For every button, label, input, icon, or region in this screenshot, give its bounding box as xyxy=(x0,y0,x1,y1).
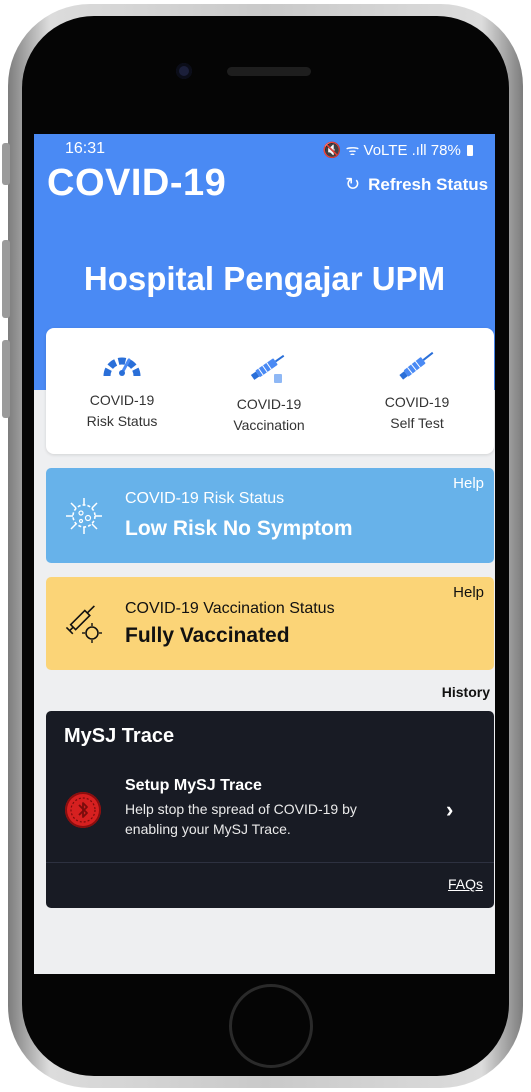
risk-status-label: COVID-19 Risk Status xyxy=(125,490,285,507)
self-test-action-line1: COVID-19 xyxy=(384,394,450,410)
status-icons: 🔇 ᯤ VoLTE .ıll 78% xyxy=(323,140,473,160)
setup-trace-description: Help stop the spread of COVID-19 by enab… xyxy=(125,799,415,839)
status-time: 16:31 xyxy=(65,140,106,157)
bluetooth-icon xyxy=(65,792,101,828)
status-signal-icons: 🔇 ᯤ VoLTE .ıll xyxy=(322,142,427,159)
mute-switch xyxy=(2,143,10,185)
setup-trace-desc-line2: enabling your MySJ Trace. xyxy=(125,821,291,837)
risk-status-action-line1: COVID-19 xyxy=(89,392,155,408)
battery-level: 78% xyxy=(430,142,461,159)
trace-divider xyxy=(46,862,494,863)
vaccination-help-link[interactable]: Help xyxy=(453,584,484,601)
hospital-name: Hospital Pengajar UPM xyxy=(83,260,446,297)
self-test-action-line2: Self Test xyxy=(390,415,444,431)
volume-up-button xyxy=(2,240,10,318)
history-link[interactable]: History xyxy=(442,684,490,700)
front-camera xyxy=(176,63,192,79)
chevron-right-icon: › xyxy=(446,797,454,822)
self-test-action[interactable]: COVID-19 Self Test xyxy=(357,328,477,454)
risk-status-action-line2: Risk Status xyxy=(86,413,158,429)
trace-title: MySJ Trace xyxy=(64,725,175,747)
vaccine-icon xyxy=(250,354,285,383)
home-button[interactable] xyxy=(229,984,313,1068)
risk-status-value: Low Risk No Symptom xyxy=(125,517,353,540)
app-title: COVID-19 xyxy=(47,162,227,204)
vaccination-status-value: Fully Vaccinated xyxy=(125,624,290,647)
vaccination-status-card[interactable]: Help COVID-19 Vaccination Status Fully V… xyxy=(46,577,494,670)
gauge-icon xyxy=(103,357,141,377)
risk-status-action[interactable]: COVID-19 Risk Status xyxy=(62,328,182,454)
risk-status-card[interactable]: Help COVID-19 Risk Status Low Risk No Sy… xyxy=(46,468,494,563)
setup-trace-row[interactable]: Setup MySJ Trace Help stop the spread of… xyxy=(46,767,494,861)
vaccine-virus-icon xyxy=(65,605,102,643)
setup-trace-title: Setup MySJ Trace xyxy=(125,777,262,794)
vaccination-action-line2: Vaccination xyxy=(233,417,305,433)
mysj-trace-card: MySJ Trace Setup MySJ Trace Help stop th… xyxy=(46,711,494,908)
quick-actions-card: COVID-19 Risk Status COVID-19 Vaccinatio… xyxy=(46,328,494,454)
risk-help-link[interactable]: Help xyxy=(453,475,484,492)
app-screen: 16:31 🔇 ᯤ VoLTE .ıll 78% COVID-19 ↻ Refr… xyxy=(34,134,495,974)
syringe-icon xyxy=(399,351,434,380)
vaccination-action-line1: COVID-19 xyxy=(236,396,302,412)
refresh-icon: ↻ xyxy=(345,174,361,194)
vaccination-status-label: COVID-19 Vaccination Status xyxy=(125,600,335,617)
virus-icon xyxy=(66,498,102,534)
earpiece-speaker xyxy=(227,67,311,76)
volume-down-button xyxy=(2,340,10,418)
refresh-label: Refresh Status xyxy=(368,174,489,194)
refresh-status-button[interactable]: ↻ Refresh Status xyxy=(345,174,488,195)
faqs-link[interactable]: FAQs xyxy=(448,876,483,892)
battery-icon xyxy=(467,145,473,156)
setup-trace-desc-line1: Help stop the spread of COVID-19 by xyxy=(125,801,357,817)
vaccination-action[interactable]: COVID-19 Vaccination xyxy=(209,328,329,454)
